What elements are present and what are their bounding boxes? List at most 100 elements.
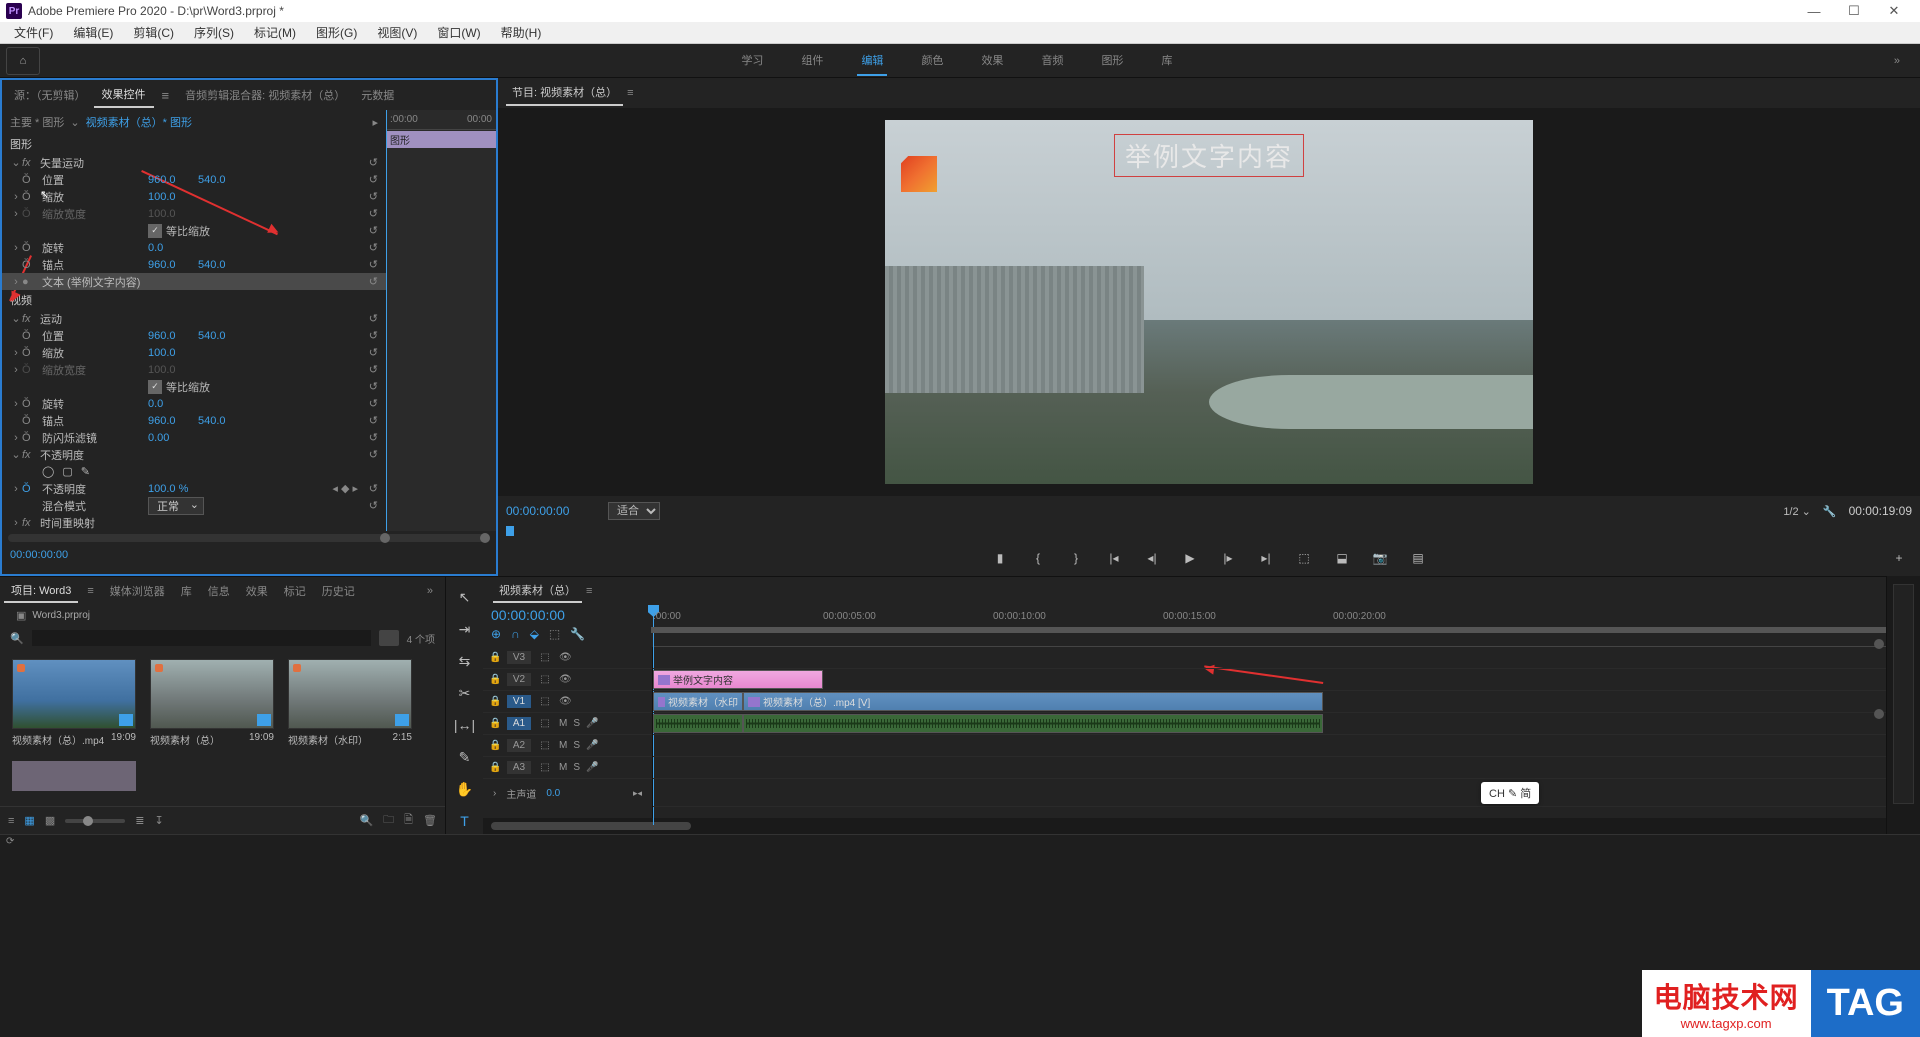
stopwatch-icon[interactable]: Ŏ bbox=[22, 242, 38, 254]
stopwatch-icon[interactable]: Ŏ bbox=[22, 259, 38, 271]
panel-menu-icon[interactable]: ≡ bbox=[154, 84, 178, 107]
reset-icon[interactable]: ↺ bbox=[369, 346, 378, 359]
master-volume-value[interactable]: 0.0 bbox=[546, 788, 560, 799]
voice-over-icon[interactable]: 🎤 bbox=[586, 718, 598, 729]
track-v3-row[interactable] bbox=[653, 647, 1886, 669]
reset-icon[interactable]: ↺ bbox=[369, 156, 378, 169]
scale-value[interactable]: 100.0 bbox=[148, 347, 198, 359]
track-target-icon[interactable]: ⬚ bbox=[537, 740, 553, 751]
track-content-area[interactable]: 举例文字内容 视频素材（水印 视频素材（总）.mp4 [V] bbox=[653, 647, 1886, 818]
reset-icon[interactable]: ↺ bbox=[369, 414, 378, 427]
mask-tools-row[interactable]: ◯ ▢ ✎ bbox=[2, 463, 386, 480]
thumbnail-size-slider[interactable] bbox=[65, 819, 125, 823]
prop-scale-row[interactable]: ›Ŏ 缩放 ↖ 100.0 ↺ bbox=[2, 188, 386, 205]
menu-view[interactable]: 视图(V) bbox=[367, 22, 427, 43]
freeform-view-icon[interactable]: ▩ bbox=[45, 814, 55, 827]
mark-out-button[interactable]: { bbox=[1029, 549, 1047, 567]
prop-blend-row[interactable]: 混合模式 正常⌄ ↺ bbox=[2, 497, 386, 514]
timeline-horizontal-scrollbar[interactable] bbox=[483, 818, 1886, 834]
eye-icon[interactable]: 👁 bbox=[559, 674, 575, 685]
go-to-in-button[interactable]: |◂ bbox=[1105, 549, 1123, 567]
ripple-edit-tool-icon[interactable]: ⇆ bbox=[453, 649, 477, 673]
master-track-row[interactable]: › 主声道 0.0 ▸◂ bbox=[483, 779, 652, 807]
reset-icon[interactable]: ↺ bbox=[369, 207, 378, 220]
tab-info[interactable]: 信息 bbox=[201, 580, 237, 602]
panel-menu-icon[interactable]: ≡ bbox=[623, 83, 639, 103]
track-header-a3[interactable]: 🔒 A3 ⬚ M S 🎤 bbox=[483, 757, 652, 779]
track-v2-row[interactable]: 举例文字内容 bbox=[653, 669, 1886, 691]
flicker-value[interactable]: 0.00 bbox=[148, 432, 198, 444]
track-header-a1[interactable]: 🔒 A1 ⬚ M S 🎤 bbox=[483, 713, 652, 735]
list-view-icon[interactable]: ≡ bbox=[8, 815, 14, 827]
bin-icon[interactable]: ▣ bbox=[16, 609, 32, 622]
reset-icon[interactable]: ↺ bbox=[369, 241, 378, 254]
reset-icon[interactable]: ↺ bbox=[369, 275, 378, 288]
delete-icon[interactable]: 🗑 bbox=[423, 814, 437, 827]
tab-metadata[interactable]: 元数据 bbox=[353, 83, 402, 107]
clip-audio-watermark[interactable] bbox=[653, 714, 743, 733]
lock-icon[interactable]: 🔒 bbox=[489, 718, 501, 729]
lock-icon[interactable]: 🔒 bbox=[489, 674, 501, 685]
voice-over-icon[interactable]: 🎤 bbox=[586, 762, 598, 773]
workspace-audio[interactable]: 音频 bbox=[1037, 46, 1067, 76]
maximize-button[interactable]: ☐ bbox=[1834, 0, 1874, 22]
clip-video-main[interactable]: 视频素材（总）.mp4 [V] bbox=[743, 692, 1323, 711]
solo-button[interactable]: S bbox=[573, 718, 580, 729]
marker-icon[interactable]: ⬙ bbox=[530, 627, 539, 641]
position-x-value[interactable]: 960.0 bbox=[148, 330, 198, 342]
menu-graphics[interactable]: 图形(G) bbox=[306, 22, 367, 43]
position-y-value[interactable]: 540.0 bbox=[198, 174, 248, 186]
pen-mask-icon[interactable]: ✎ bbox=[77, 465, 94, 478]
search-icon[interactable]: 🔍 bbox=[10, 632, 24, 645]
clip-text-graphic[interactable]: 举例文字内容 bbox=[653, 670, 823, 689]
track-target-icon[interactable]: ⬚ bbox=[537, 652, 553, 663]
project-search-input[interactable] bbox=[32, 630, 371, 646]
track-v1-row[interactable]: 视频素材（水印 视频素材（总）.mp4 [V] bbox=[653, 691, 1886, 713]
track-label[interactable]: A2 bbox=[507, 739, 531, 752]
type-tool-icon[interactable]: T bbox=[453, 809, 477, 833]
ec-mini-timeline[interactable]: :00:0000:00 图形 bbox=[386, 110, 496, 531]
track-a2-row[interactable] bbox=[653, 735, 1886, 757]
ec-timecode[interactable]: 00:00:00:00 bbox=[2, 545, 496, 565]
minimize-button[interactable]: — bbox=[1794, 0, 1834, 22]
project-item[interactable]: 视频素材（总）19:09 bbox=[150, 659, 274, 747]
program-playhead[interactable] bbox=[506, 526, 514, 536]
stopwatch-icon[interactable]: Ŏ bbox=[22, 330, 38, 342]
master-track-content[interactable] bbox=[653, 779, 1886, 807]
linked-selection-icon[interactable]: ∩ bbox=[511, 627, 520, 641]
reset-icon[interactable]: ↺ bbox=[369, 258, 378, 271]
prop-rotation-row[interactable]: ›Ŏ 旋转 0.0 ↺ bbox=[2, 239, 386, 256]
keyframe-nav-icon[interactable]: ▸◂ bbox=[633, 788, 642, 799]
tab-project[interactable]: 项目: Word3 bbox=[4, 579, 78, 603]
clip-video-watermark[interactable]: 视频素材（水印 bbox=[653, 692, 743, 711]
home-button[interactable]: ⌂ bbox=[6, 47, 40, 75]
blend-mode-select[interactable]: 正常⌄ bbox=[148, 497, 204, 515]
lift-button[interactable]: ⬚ bbox=[1295, 549, 1313, 567]
tabs-overflow-button[interactable]: » bbox=[420, 582, 441, 600]
filter-bin-icon[interactable] bbox=[379, 630, 399, 646]
tab-media-browser[interactable]: 媒体浏览器 bbox=[103, 580, 172, 602]
menu-help[interactable]: 帮助(H) bbox=[491, 22, 552, 43]
breadcrumb-master[interactable]: 主要 * 图形 bbox=[10, 114, 64, 130]
position-y-value[interactable]: 540.0 bbox=[198, 330, 248, 342]
go-to-out-button[interactable]: ▸| bbox=[1257, 549, 1275, 567]
track-header-v3[interactable]: 🔒 V3 ⬚ 👁 bbox=[483, 647, 652, 669]
workspace-editing[interactable]: 编辑 bbox=[857, 46, 887, 76]
lock-icon[interactable]: 🔒 bbox=[489, 740, 501, 751]
uniform-scale-checkbox[interactable]: ✓ bbox=[148, 224, 162, 238]
prop-rotation-row[interactable]: ›Ŏ 旋转 0.0 ↺ bbox=[2, 395, 386, 412]
keyframe-nav-icon[interactable]: ◂ ◆ ▸ bbox=[332, 482, 358, 495]
button-editor-icon[interactable]: + bbox=[1890, 549, 1908, 567]
track-select-tool-icon[interactable]: ⇥ bbox=[453, 617, 477, 641]
anchor-y-value[interactable]: 540.0 bbox=[198, 259, 248, 271]
timeline-vertical-zoom[interactable] bbox=[1874, 639, 1884, 719]
reset-icon[interactable]: ↺ bbox=[369, 190, 378, 203]
scale-value[interactable]: 100.0 bbox=[148, 191, 198, 203]
anchor-y-value[interactable]: 540.0 bbox=[198, 415, 248, 427]
ec-mini-ruler[interactable]: :00:0000:00 bbox=[386, 110, 496, 130]
menu-clip[interactable]: 剪辑(C) bbox=[123, 22, 184, 43]
text-layer-row[interactable]: ›● 文本 (举例文字内容) ↺ bbox=[2, 273, 386, 290]
track-label[interactable]: A1 bbox=[507, 717, 531, 730]
reset-icon[interactable]: ↺ bbox=[369, 482, 378, 495]
program-monitor-view[interactable]: 举例文字内容 bbox=[885, 120, 1533, 484]
